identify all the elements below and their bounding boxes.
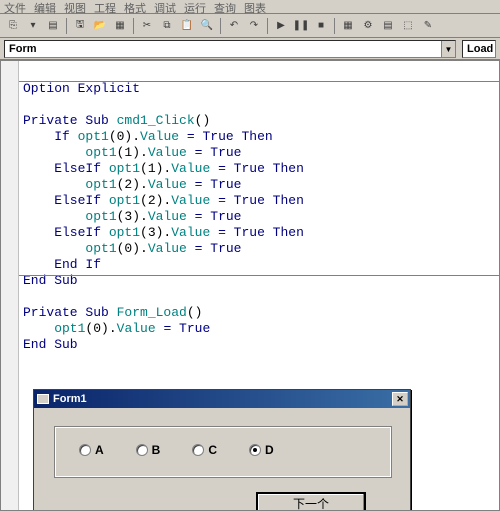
toolbar-button[interactable]: 📂 bbox=[91, 17, 109, 35]
menu-bar: 文件 编辑 视图 工程 格式 调试 运行 查询 图表 bbox=[0, 0, 500, 14]
option-b[interactable]: B bbox=[136, 443, 161, 457]
option-frame: A B C D bbox=[54, 426, 392, 478]
toolbar-button[interactable]: ▤ bbox=[379, 17, 397, 35]
stop-icon[interactable]: ■ bbox=[312, 17, 330, 35]
radio-icon bbox=[192, 444, 204, 456]
object-dropdown-value: Form bbox=[9, 43, 37, 55]
menu-item[interactable]: 视图 bbox=[64, 0, 86, 13]
copy-icon[interactable]: ⧉ bbox=[158, 17, 176, 35]
radio-icon bbox=[249, 444, 261, 456]
radio-icon bbox=[79, 444, 91, 456]
option-label: B bbox=[152, 443, 161, 457]
object-dropdown[interactable]: Form ▼ bbox=[4, 40, 456, 58]
procedure-dropdown-value: Load bbox=[467, 43, 493, 55]
next-button[interactable]: 下一个 bbox=[256, 492, 366, 511]
option-label: A bbox=[95, 443, 104, 457]
run-icon[interactable]: ▶ bbox=[272, 17, 290, 35]
toolbar-button[interactable]: 🖫 bbox=[71, 17, 89, 35]
toolbar-button[interactable]: ▾ bbox=[24, 17, 42, 35]
toolbar-separator bbox=[220, 18, 221, 34]
pause-icon[interactable]: ❚❚ bbox=[292, 17, 310, 35]
toolbar-button[interactable]: ⎘ bbox=[4, 17, 22, 35]
option-label: D bbox=[265, 443, 274, 457]
option-d[interactable]: D bbox=[249, 443, 274, 457]
titlebar[interactable]: Form1 ✕ bbox=[34, 390, 410, 408]
code-editor[interactable]: Option Explicit Private Sub cmd1_Click()… bbox=[0, 60, 500, 511]
menu-item[interactable]: 查询 bbox=[214, 0, 236, 13]
cut-icon[interactable]: ✂ bbox=[138, 17, 156, 35]
object-proc-selectors: Form ▼ Load bbox=[0, 38, 500, 60]
form-icon bbox=[36, 392, 50, 406]
option-c[interactable]: C bbox=[192, 443, 217, 457]
find-icon[interactable]: 🔍 bbox=[198, 17, 216, 35]
section-divider bbox=[19, 275, 499, 276]
toolbar-separator bbox=[66, 18, 67, 34]
form-body: A B C D 下一个 bbox=[34, 408, 410, 511]
menu-item[interactable]: 格式 bbox=[124, 0, 146, 13]
menu-item[interactable]: 调试 bbox=[154, 0, 176, 13]
toolbar-button[interactable]: ✎ bbox=[419, 17, 437, 35]
menu-item[interactable]: 运行 bbox=[184, 0, 206, 13]
toolbar-separator bbox=[267, 18, 268, 34]
section-divider bbox=[19, 81, 499, 82]
paste-icon[interactable]: 📋 bbox=[178, 17, 196, 35]
toolbar-button[interactable]: ▦ bbox=[111, 17, 129, 35]
close-button[interactable]: ✕ bbox=[392, 392, 408, 406]
menu-item[interactable]: 图表 bbox=[244, 0, 266, 13]
undo-icon[interactable]: ↶ bbox=[225, 17, 243, 35]
toolbar-button[interactable]: ⬚ bbox=[399, 17, 417, 35]
toolbar-button[interactable]: ⚙ bbox=[359, 17, 377, 35]
chevron-down-icon[interactable]: ▼ bbox=[441, 41, 455, 57]
redo-icon[interactable]: ↷ bbox=[245, 17, 263, 35]
radio-icon bbox=[136, 444, 148, 456]
toolbar-separator bbox=[334, 18, 335, 34]
menu-item[interactable]: 工程 bbox=[94, 0, 116, 13]
window-title: Form1 bbox=[53, 393, 87, 405]
option-a[interactable]: A bbox=[79, 443, 104, 457]
toolbar: ⎘ ▾ ▤ 🖫 📂 ▦ ✂ ⧉ 📋 🔍 ↶ ↷ ▶ ❚❚ ■ ▦ ⚙ ▤ ⬚ ✎ bbox=[0, 14, 500, 38]
toolbar-button[interactable]: ▦ bbox=[339, 17, 357, 35]
code-gutter bbox=[1, 61, 19, 510]
code-content: Option Explicit Private Sub cmd1_Click()… bbox=[23, 65, 304, 369]
menu-item[interactable]: 编辑 bbox=[34, 0, 56, 13]
toolbar-button[interactable]: ▤ bbox=[44, 17, 62, 35]
toolbar-separator bbox=[133, 18, 134, 34]
option-label: C bbox=[208, 443, 217, 457]
procedure-dropdown[interactable]: Load bbox=[462, 40, 496, 58]
form-preview-window: Form1 ✕ A B C bbox=[33, 389, 411, 511]
menu-item[interactable]: 文件 bbox=[4, 0, 26, 13]
